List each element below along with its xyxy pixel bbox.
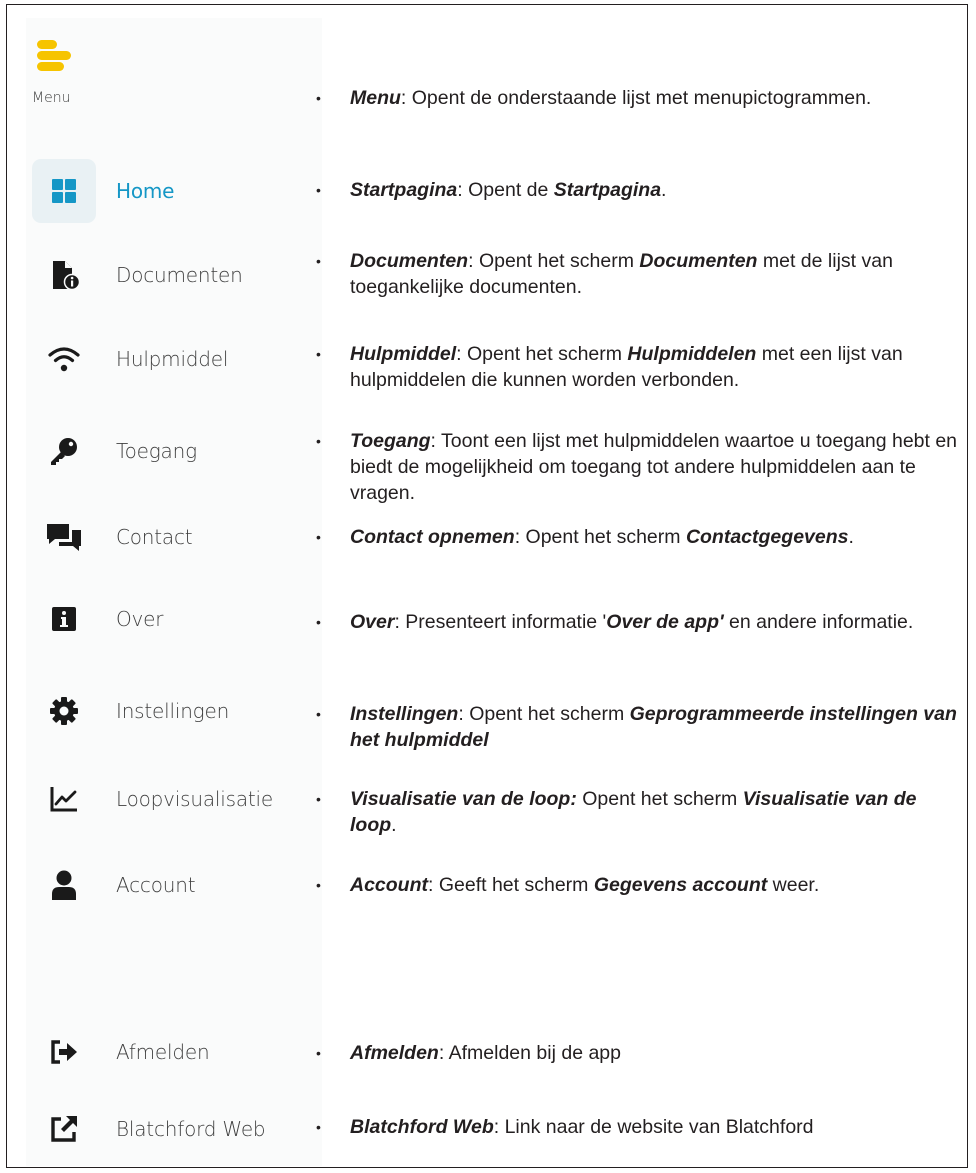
menu-label-afmelden: Afmelden	[116, 1040, 210, 1064]
grid-icon	[52, 179, 76, 203]
term: Menu	[350, 87, 401, 109]
menu-label-blatchford-web: Blatchford Web	[116, 1117, 266, 1141]
info-icon	[52, 607, 76, 631]
menu-item-instellingen[interactable]: Instellingen	[26, 676, 322, 746]
menu-label-over: Over	[116, 607, 164, 631]
menu-item-contact[interactable]: Contact	[26, 502, 322, 572]
menu-label-account: Account	[116, 873, 196, 897]
sign-out-icon	[51, 1040, 77, 1064]
menu-item-home[interactable]: Home	[26, 156, 322, 226]
wifi-icon	[48, 347, 80, 372]
menu-item-account[interactable]: Account	[26, 850, 322, 920]
description-over: • Over: Presenteert informatie 'Over de …	[316, 611, 914, 633]
menu-label-home: Home	[116, 179, 175, 203]
menu-label-toegang: Toegang	[116, 439, 197, 463]
menu-item-loopvisualisatie[interactable]: Loopvisualisatie	[26, 764, 322, 834]
description-documenten: • Documenten: Opent het scherm Documente…	[316, 250, 893, 298]
menu-item-documenten[interactable]: Documenten	[26, 240, 322, 310]
menu-toggle-button[interactable]: Menu	[32, 32, 102, 112]
menu-item-blatchford-web[interactable]: Blatchford Web	[26, 1094, 322, 1164]
external-link-icon	[51, 1116, 77, 1142]
menu-label-hulpmiddel: Hulpmiddel	[116, 347, 229, 371]
description-hulpmiddel: • Hulpmiddel: Opent het scherm Hulpmidde…	[316, 343, 903, 391]
description-instellingen: • Instellingen: Opent het scherm Geprogr…	[316, 703, 957, 751]
person-icon	[52, 870, 76, 900]
menu-caption: Menu	[32, 90, 71, 106]
description-afmelden: • Afmelden: Afmelden bij de app	[316, 1042, 621, 1064]
gear-icon	[50, 697, 78, 725]
menu-item-afmelden[interactable]: Afmelden	[26, 1017, 322, 1087]
menu-item-hulpmiddel[interactable]: Hulpmiddel	[26, 324, 322, 394]
description-toegang: • Toegang: Toont een lijst met hulpmidde…	[316, 430, 958, 504]
menu-label-instellingen: Instellingen	[116, 699, 230, 723]
description-loopvisualisatie: • Visualisatie van de loop: Opent het sc…	[316, 788, 917, 836]
menu-bars-icon	[37, 40, 71, 71]
menu-label-contact: Contact	[116, 525, 193, 549]
menu-label-documenten: Documenten	[116, 263, 243, 287]
key-icon	[51, 438, 77, 465]
description-home: • Startpagina: Opent de Startpagina.	[316, 179, 667, 201]
selected-highlight	[32, 159, 96, 223]
chat-bubbles-icon	[47, 524, 81, 551]
description-contact: • Contact opnemen: Opent het scherm Cont…	[316, 526, 854, 548]
menu-label-loopvisualisatie: Loopvisualisatie	[116, 787, 273, 811]
side-menu-panel: Menu Home Documenten Hulpmiddel Toegang …	[26, 18, 322, 1166]
description-blatchford-web: • Blatchford Web: Link naar de website v…	[316, 1116, 814, 1138]
description-account: • Account: Geeft het scherm Gegevens acc…	[316, 874, 820, 896]
description-menu: • Menu: Opent de onderstaande lijst met …	[316, 87, 872, 109]
line-chart-icon	[50, 787, 77, 812]
menu-item-over[interactable]: Over	[26, 584, 322, 654]
document-info-icon	[53, 261, 80, 291]
menu-item-toegang[interactable]: Toegang	[26, 416, 322, 486]
